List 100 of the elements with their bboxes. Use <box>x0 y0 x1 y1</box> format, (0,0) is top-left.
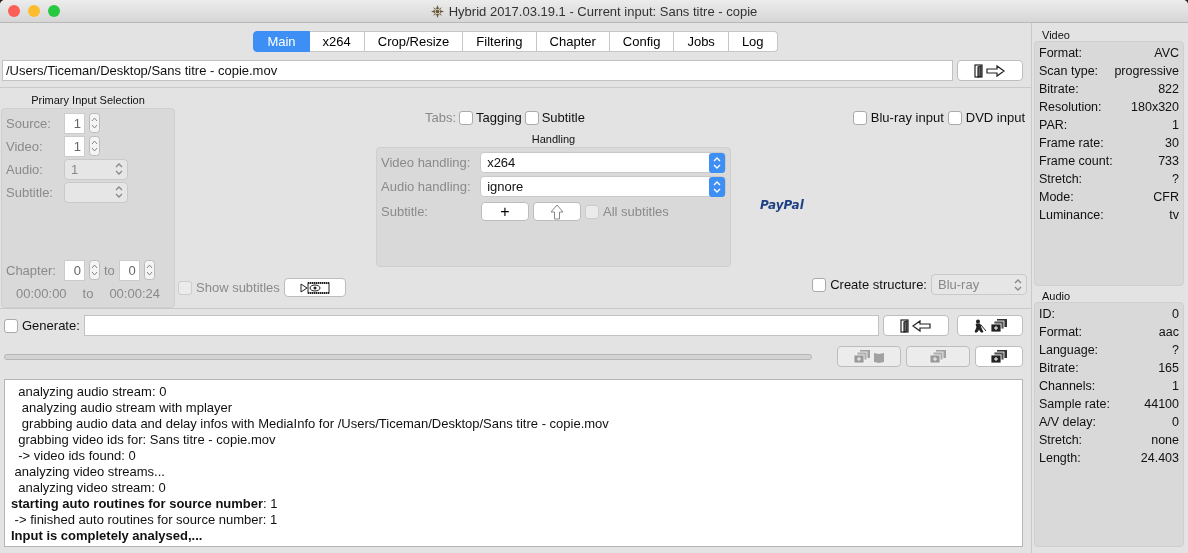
tab[interactable]: Log <box>728 31 778 52</box>
info-value: aac <box>1158 324 1179 341</box>
checkbox-label: All subtitles <box>603 204 669 219</box>
info-label: Bitrate: <box>1039 81 1079 98</box>
section-title: Video <box>1041 29 1071 41</box>
info-value: 165 <box>1158 360 1179 377</box>
info-label: Stretch: <box>1039 432 1083 449</box>
field-label: Source: <box>6 115 52 131</box>
log-line: analyzing audio stream with mplayer <box>20 400 234 416</box>
door-arrow-right-icon <box>973 63 1007 78</box>
field-label: Video: <box>6 138 44 154</box>
checkbox-label: DVD input <box>965 110 1025 125</box>
chevron-icon <box>709 176 725 197</box>
info-value: AVC <box>1154 45 1179 62</box>
video-handling-dropdown[interactable]: x264 <box>480 152 726 173</box>
queue-titles-button[interactable] <box>906 346 970 367</box>
info-value: 0 <box>1172 414 1179 431</box>
info-value: 733 <box>1158 153 1179 170</box>
log-line: -> video ids found: 0 <box>17 448 137 464</box>
checkbox[interactable] <box>459 110 474 125</box>
log-line: analyzing video stream: 0 <box>17 480 167 496</box>
door-arrow-left-icon <box>899 318 933 333</box>
info-value: 822 <box>1158 81 1179 98</box>
checkbox-label: Blu-ray input <box>870 110 944 125</box>
worker-icon <box>972 318 988 333</box>
info-label: Resolution: <box>1039 99 1102 116</box>
stacked-windows-icon <box>990 318 1008 333</box>
zoom-button[interactable] <box>48 5 60 17</box>
generate-field[interactable] <box>83 315 879 336</box>
checkbox[interactable] <box>524 110 539 125</box>
info-value: CFR <box>1153 189 1179 206</box>
info-value: 1 <box>1172 117 1179 134</box>
info-value: ? <box>1172 171 1179 188</box>
info-value: ? <box>1172 342 1179 359</box>
tab[interactable]: Config <box>609 31 675 52</box>
info-label: Frame rate: <box>1039 135 1104 152</box>
end-time: 00:00:24 <box>109 285 160 301</box>
tab[interactable]: Chapter <box>536 31 610 52</box>
log-line: starting auto routines for source number: 1 <box>11 496 279 512</box>
preview-button[interactable] <box>283 278 346 297</box>
audio-handling-dropdown[interactable]: ignore <box>480 176 726 197</box>
source-path-field[interactable]: /Users/Ticeman/Desktop/Sans titre - copie.mov <box>2 60 953 81</box>
info-value: 30 <box>1165 135 1179 152</box>
log-line: grabbing audio data and delay infos with MediaInfo for /Users/Ticeman/Desktop/Sans titre - copie.mov <box>20 416 609 432</box>
time-separator: to <box>82 285 94 301</box>
chevron-icon <box>709 152 725 173</box>
checkbox[interactable] <box>4 318 18 333</box>
info-label: Channels: <box>1039 378 1096 395</box>
log-line: grabbing video ids for: Sans titre - copie.mov <box>17 432 277 448</box>
tab[interactable]: x264 <box>309 31 365 52</box>
info-label: Sample rate: <box>1039 396 1110 413</box>
group-title: Handling <box>531 133 576 145</box>
start-time: 00:00:00 <box>16 285 67 301</box>
info-value: 0 <box>1172 306 1179 323</box>
field-label: Subtitle: <box>381 204 429 219</box>
log-line: Input is completely analysed,... <box>11 528 204 544</box>
checkbox[interactable] <box>852 110 867 125</box>
info-value: none <box>1151 432 1179 449</box>
checkbox-label: Tagging <box>476 110 522 125</box>
tab[interactable]: Crop/Resize <box>364 31 464 52</box>
stacked-windows-icon <box>990 349 1008 364</box>
info-label: Bitrate: <box>1039 360 1079 377</box>
app-logo-icon <box>430 4 444 18</box>
checkbox-label: Generate: <box>22 318 80 333</box>
info-value: progressive <box>1114 63 1179 80</box>
queue-chapters-button[interactable] <box>837 346 901 367</box>
info-value: 180x320 <box>1131 99 1179 116</box>
field-label: Video handling: <box>381 155 472 170</box>
info-label: Luminance: <box>1039 207 1104 224</box>
field-label: Chapter: <box>6 262 57 278</box>
tabs-label: Tabs: <box>425 110 457 125</box>
tab[interactable]: Filtering <box>463 31 537 52</box>
log-line: analyzing audio stream: 0 <box>17 384 168 400</box>
open-file-button[interactable] <box>957 60 1023 81</box>
field-label: Audio: <box>6 161 44 177</box>
checkbox[interactable] <box>947 110 962 125</box>
add-job-button[interactable] <box>957 315 1023 336</box>
upload-button[interactable] <box>533 202 581 221</box>
checkbox-label: Show subtitles <box>196 280 280 295</box>
add-subtitle-button[interactable]: + <box>481 202 529 221</box>
field-label: to <box>104 262 115 278</box>
info-value: tv <box>1169 207 1179 224</box>
log-line: -> finished auto routines for source number: 1 <box>13 512 279 528</box>
output-file-button[interactable] <box>883 315 949 336</box>
info-value: 24.403 <box>1140 450 1179 467</box>
tab[interactable]: Jobs <box>674 31 729 52</box>
queue-button[interactable] <box>975 346 1023 367</box>
paypal-logo[interactable]: PayPal <box>760 198 804 212</box>
log-line: analyzing video streams... <box>13 464 166 480</box>
checkbox-label: Subtitle <box>541 110 585 125</box>
info-label: PAR: <box>1039 117 1068 134</box>
minimize-button[interactable] <box>28 5 40 17</box>
info-label: Frame count: <box>1039 153 1113 170</box>
info-value: 1 <box>1172 378 1179 395</box>
info-value: 44100 <box>1144 396 1179 413</box>
info-label: A/V delay: <box>1039 414 1096 431</box>
group-title: Primary Input Selection <box>31 94 145 106</box>
info-label: Mode: <box>1039 189 1074 206</box>
field-label: Audio handling: <box>381 179 472 194</box>
close-button[interactable] <box>8 5 20 17</box>
